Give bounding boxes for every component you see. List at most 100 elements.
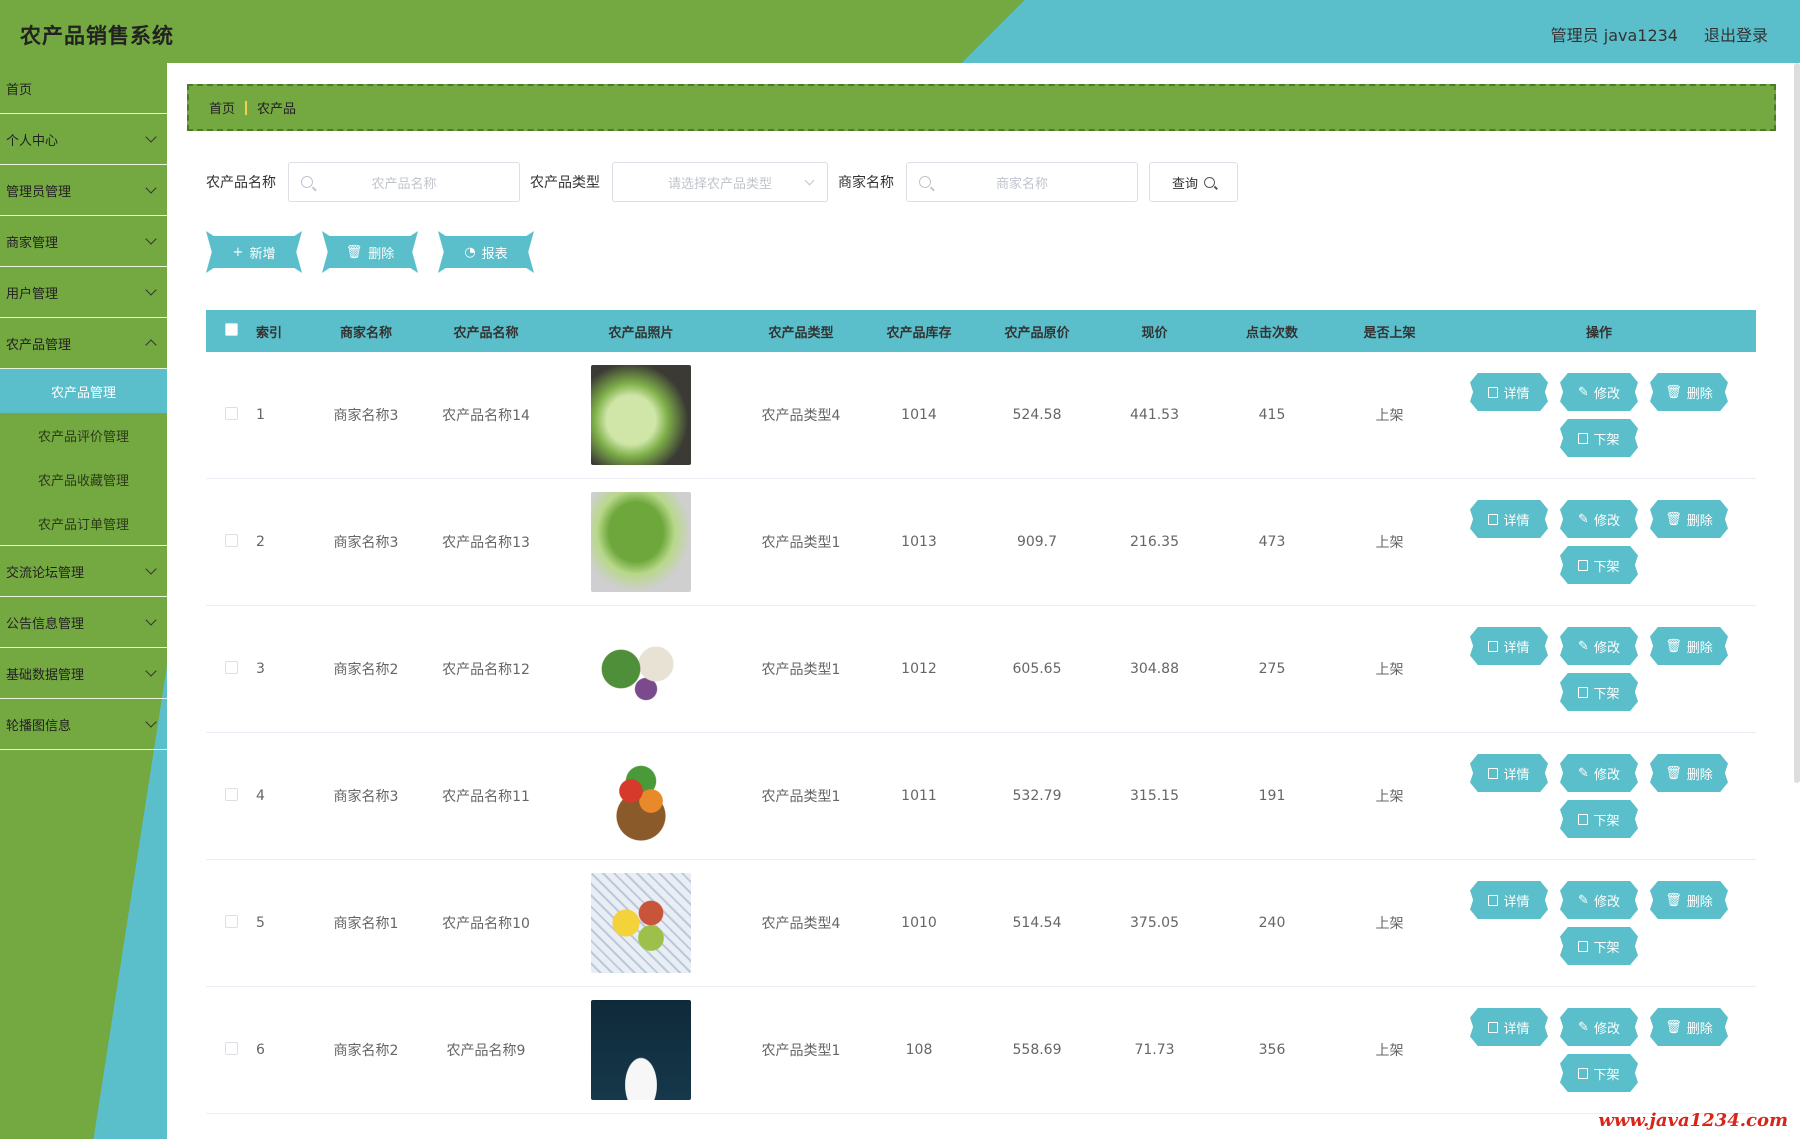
batch-delete-button[interactable]: 🗑 删除: [322, 231, 418, 273]
delete-button[interactable]: 🗑 删除: [1650, 1008, 1728, 1046]
header-shelf: 是否上架: [1363, 325, 1416, 341]
delete-button[interactable]: 🗑 删除: [1650, 881, 1728, 919]
product-photo-vegetables[interactable]: [591, 619, 691, 719]
merchant-name-input[interactable]: 商家名称: [906, 162, 1138, 202]
app-title: 农产品销售系统: [20, 24, 174, 48]
detail-button[interactable]: 详情: [1470, 1008, 1548, 1046]
cell-type: 农产品类型1: [761, 789, 841, 805]
document-icon: [1488, 513, 1499, 525]
query-button[interactable]: 查询: [1149, 162, 1238, 202]
row-actions: 详情 ✎ 修改 🗑 删除 下架: [1459, 881, 1739, 965]
merchant-name-placeholder: 商家名称: [995, 176, 1048, 192]
offshelf-button[interactable]: 下架: [1560, 800, 1638, 838]
detail-button[interactable]: 详情: [1470, 754, 1548, 792]
product-photo-rice[interactable]: [591, 1000, 691, 1100]
sidebar-item-products[interactable]: 农产品管理: [0, 318, 167, 369]
row-checkbox[interactable]: [224, 1041, 238, 1055]
row-checkbox[interactable]: [224, 660, 238, 674]
row-checkbox[interactable]: [224, 406, 238, 420]
offshelf-button[interactable]: 下架: [1560, 546, 1638, 584]
product-name-input[interactable]: 农产品名称: [288, 162, 520, 202]
document-icon: [1488, 640, 1499, 652]
chevron-down-icon: [145, 563, 157, 575]
row-checkbox[interactable]: [224, 787, 238, 801]
header-price: 现价: [1141, 325, 1168, 341]
add-button[interactable]: + 新增: [206, 231, 302, 273]
row-actions: 详情 ✎ 修改 🗑 删除 下架: [1459, 754, 1739, 838]
search-icon: [919, 176, 931, 188]
edit-button[interactable]: ✎ 修改: [1560, 373, 1638, 411]
products-submenu: 农产品管理 农产品评价管理 农产品收藏管理 农产品订单管理: [0, 369, 167, 546]
cell-orig-price: 524.58: [1012, 407, 1062, 423]
edit-button[interactable]: ✎ 修改: [1560, 754, 1638, 792]
product-photo-napa-cabbage[interactable]: [591, 492, 691, 592]
trash-icon: 🗑: [345, 244, 363, 260]
product-photo-fruits[interactable]: [591, 873, 691, 973]
edit-button[interactable]: ✎ 修改: [1560, 627, 1638, 665]
cell-type: 农产品类型4: [761, 408, 841, 424]
offshelf-button[interactable]: 下架: [1560, 927, 1638, 965]
detail-button[interactable]: 详情: [1470, 500, 1548, 538]
detail-button[interactable]: 详情: [1470, 881, 1548, 919]
sidebar-item-forum[interactable]: 交流论坛管理: [0, 546, 167, 597]
cell-index: 2: [256, 534, 265, 550]
sidebar-item-notice[interactable]: 公告信息管理: [0, 597, 167, 648]
sidebar-subitem-product-manage[interactable]: 农产品管理: [0, 369, 167, 413]
pencil-icon: ✎: [1578, 1019, 1589, 1035]
product-photo-vegetable-basket[interactable]: [591, 746, 691, 846]
offshelf-button[interactable]: 下架: [1560, 419, 1638, 457]
row-actions: 详情 ✎ 修改 🗑 删除 下架: [1459, 500, 1739, 584]
cell-merchant: 商家名称3: [333, 789, 399, 805]
sidebar-subitem-product-review[interactable]: 农产品评价管理: [0, 413, 167, 457]
delete-button[interactable]: 🗑 删除: [1650, 627, 1728, 665]
offshelf-button[interactable]: 下架: [1560, 673, 1638, 711]
report-button[interactable]: ◔ 报表: [438, 231, 534, 273]
edit-button[interactable]: ✎ 修改: [1560, 1008, 1638, 1046]
delete-button[interactable]: 🗑 删除: [1650, 500, 1728, 538]
sidebar-item-home[interactable]: 首页: [0, 63, 167, 114]
product-photo-cabbage[interactable]: [591, 365, 691, 465]
cell-shelf: 上架: [1375, 408, 1404, 424]
chevron-up-icon: [145, 339, 157, 351]
breadcrumb-home[interactable]: 首页: [209, 98, 235, 117]
sidebar-item-admin[interactable]: 管理员管理: [0, 165, 167, 216]
search-bar: 农产品名称 农产品名称 农产品类型 请选择农产品类型 商家名称 商家名称 查询: [206, 162, 1238, 202]
header-photo: 农产品照片: [608, 325, 674, 341]
sidebar-item-carousel[interactable]: 轮播图信息: [0, 699, 167, 750]
delete-button[interactable]: 🗑 删除: [1650, 754, 1728, 792]
document-icon: [1488, 767, 1499, 779]
edit-button[interactable]: ✎ 修改: [1560, 500, 1638, 538]
pencil-icon: ✎: [1578, 638, 1589, 654]
product-name-placeholder: 农产品名称: [371, 176, 437, 192]
cell-photo: [546, 492, 736, 592]
detail-button[interactable]: 详情: [1470, 627, 1548, 665]
cell-merchant: 商家名称1: [333, 916, 399, 932]
cell-ops: 详情 ✎ 修改 🗑 删除 下架: [1442, 627, 1756, 711]
sidebar-subitem-product-order[interactable]: 农产品订单管理: [0, 501, 167, 545]
edit-button[interactable]: ✎ 修改: [1560, 881, 1638, 919]
row-checkbox[interactable]: [224, 914, 238, 928]
select-all-checkbox[interactable]: [224, 322, 238, 336]
document-icon: [1578, 940, 1589, 952]
cell-stock: 1013: [901, 534, 937, 550]
product-name-label: 农产品名称: [206, 175, 276, 191]
offshelf-button[interactable]: 下架: [1560, 1054, 1638, 1092]
sidebar-item-basedata[interactable]: 基础数据管理: [0, 648, 167, 699]
sidebar-subitem-product-favorite[interactable]: 农产品收藏管理: [0, 457, 167, 501]
row-checkbox[interactable]: [224, 533, 238, 547]
cell-photo: [546, 619, 736, 719]
detail-button[interactable]: 详情: [1470, 373, 1548, 411]
sidebar-item-profile[interactable]: 个人中心: [0, 114, 167, 165]
delete-button[interactable]: 🗑 删除: [1650, 373, 1728, 411]
cell-photo: [546, 746, 736, 846]
product-type-select[interactable]: 请选择农产品类型: [612, 162, 828, 202]
sidebar-item-users[interactable]: 用户管理: [0, 267, 167, 318]
sidebar-item-merchant[interactable]: 商家管理: [0, 216, 167, 267]
document-icon: [1488, 1021, 1499, 1033]
logout-link[interactable]: 退出登录: [1704, 22, 1768, 46]
row-actions: 详情 ✎ 修改 🗑 删除 下架: [1459, 627, 1739, 711]
header-stock: 农产品库存: [886, 325, 952, 341]
cell-price: 216.35: [1130, 534, 1179, 550]
page-scrollbar[interactable]: [1794, 63, 1800, 783]
row-select-cell: [206, 533, 256, 551]
